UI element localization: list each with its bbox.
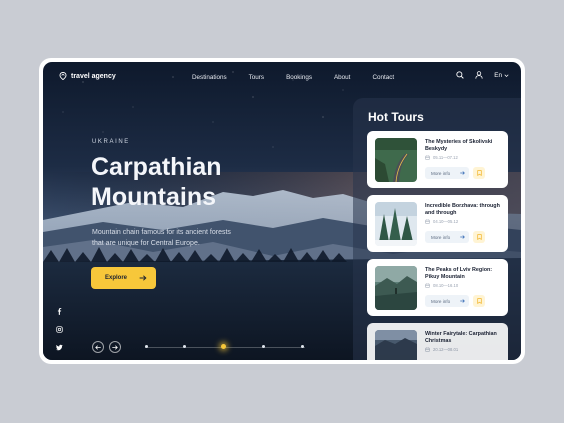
slider-dot[interactable]: [301, 345, 304, 348]
nav-actions: En: [456, 71, 509, 79]
slider-track: [145, 344, 305, 349]
hot-tours-panel: Hot Tours The Mysteries of Skolivski Bes…: [353, 98, 521, 360]
bookmark-button[interactable]: [473, 295, 485, 307]
tour-card[interactable]: Incredible Borzhava: through and through…: [367, 195, 508, 252]
tour-image: [375, 330, 417, 360]
tour-date-text: 04.10—05.12: [433, 219, 459, 224]
arrow-right-icon: [460, 171, 465, 175]
tour-title: Winter Fairytale: Carpathian Christmas: [425, 331, 497, 344]
facebook-icon[interactable]: [56, 308, 63, 315]
top-nav: travel agency Destinations Tours Booking…: [43, 62, 521, 92]
tour-date-text: 08.10—16.10: [433, 283, 459, 288]
bookmark-button[interactable]: [473, 167, 485, 179]
arrow-left-icon: [95, 344, 101, 350]
hero-title-line1: Carpathian: [91, 153, 222, 181]
slider-dot[interactable]: [183, 345, 186, 348]
tour-image: [375, 266, 417, 310]
arrow-right-icon: [460, 235, 465, 239]
main-menu: Destinations Tours Bookings About Contac…: [192, 74, 394, 81]
more-info-button[interactable]: More info: [425, 231, 469, 243]
arrow-right-icon: [112, 344, 118, 350]
tour-title: The Peaks of Lviv Region: Pikuy Mountain: [425, 267, 493, 280]
hot-tours-title: Hot Tours: [368, 110, 424, 124]
calendar-icon: [425, 283, 430, 288]
tour-title: Incredible Borzhava: through and through: [425, 203, 500, 216]
menu-item-destinations[interactable]: Destinations: [192, 74, 227, 81]
tour-card[interactable]: The Peaks of Lviv Region: Pikuy Mountain…: [367, 259, 508, 316]
slider-arrows: [92, 341, 121, 353]
tour-card[interactable]: Winter Fairytale: Carpathian Christmas 2…: [367, 323, 508, 360]
social-links: [56, 308, 63, 351]
instagram-icon[interactable]: [56, 326, 63, 333]
hero-description: Mountain chain famous for its ancient fo…: [92, 229, 231, 247]
slider-dot[interactable]: [262, 345, 265, 348]
bookmark-icon: [476, 170, 482, 176]
arrow-right-icon: [139, 275, 147, 281]
calendar-icon: [425, 155, 430, 160]
search-icon[interactable]: [456, 71, 464, 79]
tour-image: [375, 202, 417, 246]
more-info-button[interactable]: More info: [425, 167, 469, 179]
hero-country: UKRAINE: [92, 139, 130, 145]
menu-item-contact[interactable]: Contact: [372, 74, 394, 81]
more-info-label: More info: [431, 170, 451, 176]
hero-title-line2: Mountains: [91, 183, 216, 211]
tour-date: 04.10—05.12: [425, 219, 458, 224]
tour-image: [375, 138, 417, 182]
bookmark-icon: [476, 234, 482, 240]
menu-item-bookings[interactable]: Bookings: [286, 74, 312, 81]
slider-dot[interactable]: [145, 345, 148, 348]
menu-item-about[interactable]: About: [334, 74, 350, 81]
arrow-right-icon: [460, 299, 465, 303]
explore-label: Explore: [105, 275, 128, 281]
browser-frame: travel agency Destinations Tours Booking…: [39, 58, 525, 364]
tour-date: 08.10—16.10: [425, 283, 458, 288]
tour-date: 05.11—07.12: [425, 155, 458, 160]
prev-slide-button[interactable]: [92, 341, 104, 353]
bookmark-icon: [476, 298, 482, 304]
logo-pin-icon: [59, 72, 67, 80]
logo[interactable]: travel agency: [59, 72, 116, 80]
calendar-icon: [425, 347, 430, 352]
menu-item-tours[interactable]: Tours: [249, 74, 264, 81]
more-info-label: More info: [431, 234, 451, 240]
chevron-down-icon: [504, 74, 509, 77]
tour-card[interactable]: The Mysteries of Skolivski Beskydy 05.11…: [367, 131, 508, 188]
hero-screen: travel agency Destinations Tours Booking…: [43, 62, 521, 360]
explore-button[interactable]: Explore: [91, 267, 156, 289]
calendar-icon: [425, 219, 430, 224]
hero-title: Carpathian Mountains: [91, 152, 222, 212]
logo-text: travel agency: [71, 72, 116, 80]
language-label: En: [494, 71, 502, 79]
tour-title: The Mysteries of Skolivski Beskydy: [425, 139, 493, 152]
twitter-icon[interactable]: [56, 344, 63, 351]
tour-date-text: 20.12—08.01: [433, 347, 459, 352]
more-info-label: More info: [431, 298, 451, 304]
tour-date: 20.12—08.01: [425, 347, 458, 352]
slider-dot-active[interactable]: [221, 344, 226, 349]
user-icon[interactable]: [475, 71, 483, 79]
tour-date-text: 05.11—07.12: [433, 155, 458, 160]
language-selector[interactable]: En: [494, 72, 509, 79]
next-slide-button[interactable]: [109, 341, 121, 353]
bookmark-button[interactable]: [473, 231, 485, 243]
more-info-button[interactable]: More info: [425, 295, 469, 307]
